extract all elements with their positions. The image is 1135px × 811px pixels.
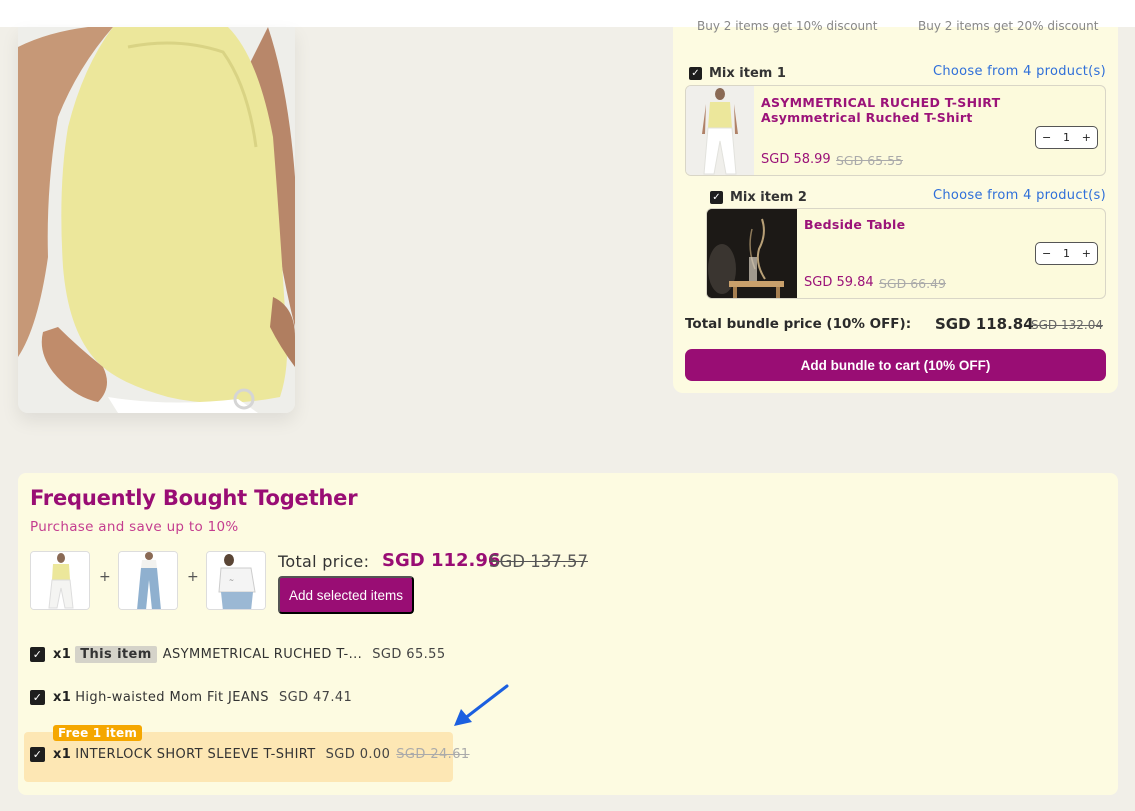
mix-item-1-quantity-stepper[interactable]: − 1 + xyxy=(1035,126,1098,149)
this-item-badge: This item xyxy=(75,646,157,663)
plus-sign-1: + xyxy=(99,569,111,585)
mix-item-1-label: Mix item 1 xyxy=(709,66,786,81)
mix-item-2-price: SGD 59.84 xyxy=(804,275,874,290)
annotation-arrow-icon xyxy=(454,684,509,726)
mix-item-1-old-price: SGD 65.55 xyxy=(836,153,904,168)
mix-item-2-qty-value[interactable]: 1 xyxy=(1063,247,1070,260)
bundle-total-price: SGD 118.84 xyxy=(935,315,1034,333)
mix-item-1-row[interactable]: ✓ Mix item 1 xyxy=(689,66,786,81)
mix-item-2-row[interactable]: ✓ Mix item 2 xyxy=(710,190,807,205)
fbt-total-label: Total price: xyxy=(278,552,370,571)
minus-icon[interactable]: − xyxy=(1042,247,1051,260)
fbt-item-2-checkbox[interactable]: ✓ xyxy=(30,690,45,705)
mix-item-1-price: SGD 58.99 xyxy=(761,152,831,167)
mix-item-1-checkbox[interactable]: ✓ xyxy=(689,67,702,80)
mix-item-1-thumbnail[interactable] xyxy=(686,86,754,175)
add-selected-items-button[interactable]: Add selected items xyxy=(278,576,414,614)
fbt-item-1-name[interactable]: ASYMMETRICAL RUCHED T-... xyxy=(163,647,362,662)
add-bundle-to-cart-button[interactable]: Add bundle to cart (10% OFF) xyxy=(685,349,1106,381)
fbt-subtitle: Purchase and save up to 10% xyxy=(30,519,239,535)
plus-sign-2: + xyxy=(187,569,199,585)
bundle-panel: Buy 2 items get 10% discount Buy 2 items… xyxy=(673,19,1118,393)
mix-item-2-title[interactable]: Bedside Table xyxy=(804,217,905,232)
fbt-item-2-name[interactable]: High-waisted Mom Fit JEANS xyxy=(75,690,269,705)
fbt-item-2-qty: x1 xyxy=(53,690,72,705)
fbt-item-3-qty: x1 xyxy=(53,747,72,762)
fbt-item-1-qty: x1 xyxy=(53,647,72,662)
fbt-item-1-checkbox[interactable]: ✓ xyxy=(30,647,45,662)
mix-item-2-checkbox[interactable]: ✓ xyxy=(710,191,723,204)
plus-icon[interactable]: + xyxy=(1082,131,1091,144)
fbt-thumbnail-2[interactable] xyxy=(118,551,178,610)
fbt-item-2-price: SGD 47.41 xyxy=(278,690,353,705)
free-item-badge: Free 1 item xyxy=(53,725,143,741)
fbt-total-old-price: SGD 137.57 xyxy=(489,552,588,571)
frequently-bought-together-section: Frequently Bought Together Purchase and … xyxy=(18,473,1118,795)
mix-item-1-qty-value[interactable]: 1 xyxy=(1063,131,1070,144)
fbt-title: Frequently Bought Together xyxy=(30,486,358,510)
fbt-thumbnail-3[interactable]: ~ xyxy=(206,551,266,610)
product-image[interactable] xyxy=(18,27,295,413)
fbt-total-price: SGD 112.96 xyxy=(382,550,501,571)
fbt-item-3-price: SGD 0.00 xyxy=(325,747,391,762)
minus-icon[interactable]: − xyxy=(1042,131,1051,144)
mix-item-2-card: Bedside Table − 1 + SGD 59.84 SGD 66.49 xyxy=(706,208,1106,299)
model-yellow-top-illustration xyxy=(18,27,295,413)
plus-icon[interactable]: + xyxy=(1082,247,1091,260)
fbt-item-row-1[interactable]: ✓ x1 This item ASYMMETRICAL RUCHED T-...… xyxy=(30,646,446,663)
fbt-item-1-price: SGD 65.55 xyxy=(372,647,446,662)
mix-item-1-choose-link[interactable]: Choose from 4 product(s) xyxy=(933,64,1106,79)
fbt-item-row-3[interactable]: ✓ x1 INTERLOCK SHORT SLEEVE T-SHIRT SGD … xyxy=(30,747,470,762)
svg-text:~: ~ xyxy=(229,577,234,584)
fbt-item-row-2[interactable]: ✓ x1 High-waisted Mom Fit JEANS SGD 47.4… xyxy=(30,690,352,705)
bundle-total-label: Total bundle price (10% OFF): xyxy=(685,316,912,332)
mix-item-2-thumbnail[interactable] xyxy=(707,209,797,298)
mix-item-2-quantity-stepper[interactable]: − 1 + xyxy=(1035,242,1098,265)
tier-1-text: Buy 2 items get 10% discount xyxy=(697,19,878,33)
mix-item-2-label: Mix item 2 xyxy=(730,190,807,205)
bundle-total-old-price: SGD 132.04 xyxy=(1031,318,1103,332)
mix-item-1-subtitle: Asymmetrical Ruched T-Shirt xyxy=(761,110,973,125)
mix-item-2-old-price: SGD 66.49 xyxy=(879,276,947,291)
fbt-item-3-old-price: SGD 24.61 xyxy=(396,747,470,762)
mix-item-2-choose-link[interactable]: Choose from 4 product(s) xyxy=(933,188,1106,203)
fbt-thumbnail-1[interactable] xyxy=(30,551,90,610)
mix-item-1-title[interactable]: ASYMMETRICAL RUCHED T-SHIRT xyxy=(761,95,1000,110)
fbt-item-3-checkbox[interactable]: ✓ xyxy=(30,747,45,762)
fbt-item-3-name[interactable]: INTERLOCK SHORT SLEEVE T-SHIRT xyxy=(75,747,315,762)
tier-2-text: Buy 2 items get 20% discount xyxy=(918,19,1099,33)
mix-item-1-card: ASYMMETRICAL RUCHED T-SHIRT Asymmetrical… xyxy=(685,85,1106,176)
